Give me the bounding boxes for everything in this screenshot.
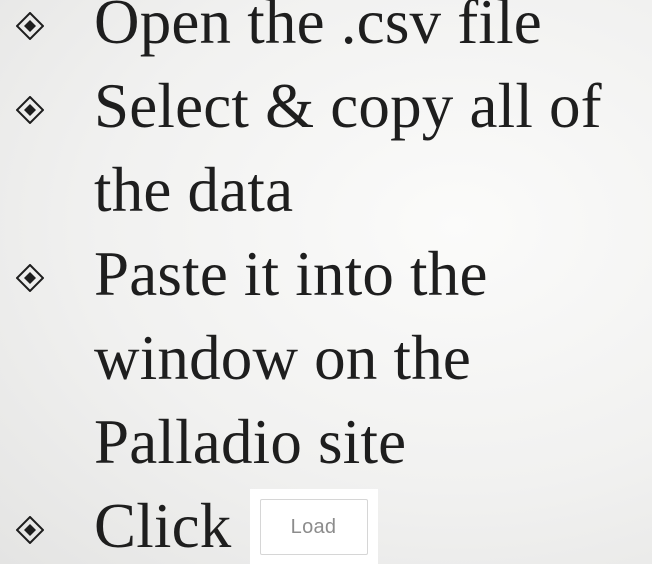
- diamond-bullet-icon: [16, 264, 44, 292]
- list-item-paste-data: Paste it into the window on the Palladio…: [0, 232, 652, 484]
- load-button[interactable]: Load: [249, 488, 378, 564]
- diamond-bullet-icon: [16, 96, 44, 124]
- list-item-open-csv: Open the .csv file: [0, 0, 652, 64]
- list-item-text: Paste it into the window on the Palladio…: [94, 239, 488, 477]
- list-item-text: Select & copy all of the data: [94, 71, 602, 225]
- diamond-bullet-icon: [16, 516, 44, 544]
- list-item-text: Open the .csv file: [94, 0, 542, 57]
- list-item-click-load: Click Load: [0, 484, 652, 564]
- slide: Open the .csv file Select & copy all of …: [0, 0, 652, 564]
- list-item-copy-data: Select & copy all of the data: [0, 64, 652, 232]
- list-item-text: Click: [94, 491, 232, 561]
- instruction-list: Open the .csv file Select & copy all of …: [0, 0, 652, 564]
- diamond-bullet-icon: [16, 12, 44, 40]
- load-button-label: Load: [259, 498, 368, 555]
